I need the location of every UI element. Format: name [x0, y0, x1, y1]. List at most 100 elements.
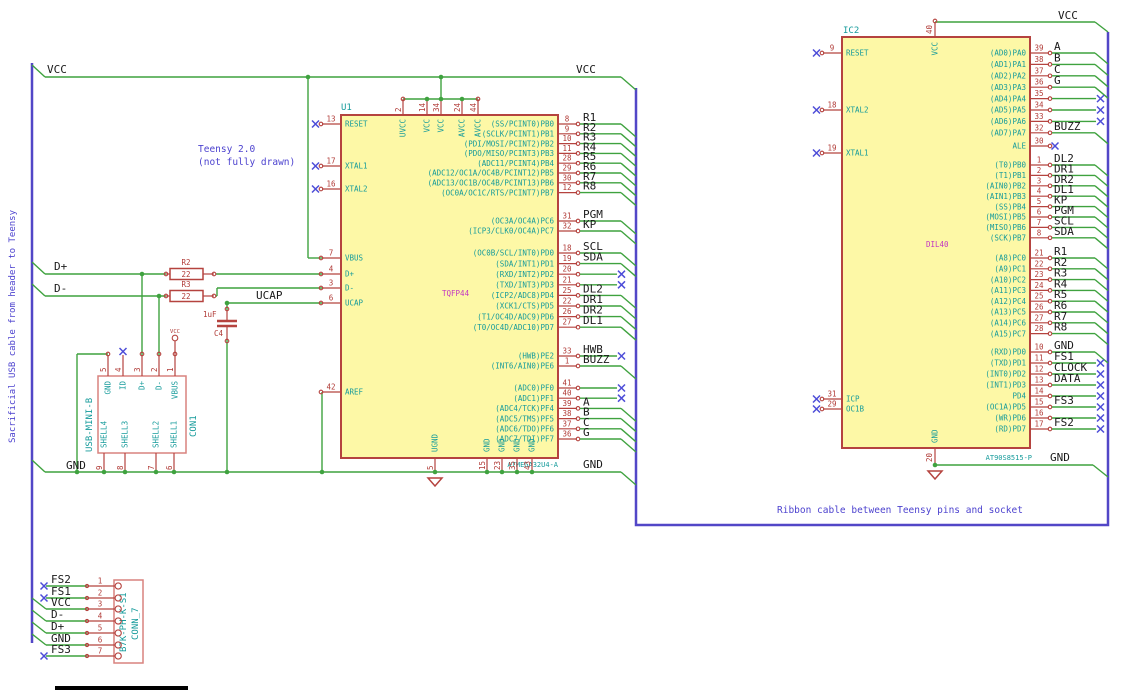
- svg-text:4: 4: [329, 265, 334, 274]
- svg-text:7: 7: [1037, 218, 1042, 227]
- svg-text:32: 32: [1034, 123, 1043, 132]
- svg-text:8: 8: [565, 115, 570, 124]
- svg-text:(ADC4/TCK)PF4: (ADC4/TCK)PF4: [495, 404, 554, 413]
- svg-text:RESET: RESET: [345, 120, 368, 129]
- pin-end: [575, 416, 581, 421]
- svg-text:(ADC13/OC1B/OC4B/PCINT13)PB6: (ADC13/OC1B/OC4B/PCINT13)PB6: [428, 179, 555, 188]
- svg-text:VBUS: VBUS: [345, 254, 364, 263]
- net-label-DL1: DL1: [583, 314, 603, 327]
- svg-text:(A13)PC5: (A13)PC5: [990, 308, 1026, 317]
- pin-end: [575, 385, 581, 391]
- ic2-at90s8515[interactable]: IC2DIL40AT90S8515-P40VCC20GND9RESET18XTA…: [812, 18, 1109, 481]
- pin-end: [575, 261, 581, 266]
- svg-text:(SDA/INT1)PD1: (SDA/INT1)PD1: [495, 259, 554, 268]
- svg-text:42: 42: [326, 383, 335, 392]
- pin-end: [1047, 266, 1053, 272]
- svg-text:40: 40: [925, 24, 934, 34]
- pin-end: [575, 141, 581, 146]
- svg-text:(TXD)PD1: (TXD)PD1: [990, 359, 1026, 368]
- ic2-ref: IC2: [843, 26, 859, 36]
- svg-text:27: 27: [1034, 313, 1043, 322]
- no-connect-x-icon: [1096, 413, 1105, 423]
- net-label-BUZZ: BUZZ: [583, 353, 610, 366]
- pin-end: [1047, 393, 1053, 399]
- con1-pin-5: 5 GND: [99, 351, 113, 395]
- svg-text:3: 3: [133, 367, 142, 372]
- svg-text:(INT0)PD2: (INT0)PD2: [985, 370, 1026, 379]
- pin-end: [932, 18, 938, 24]
- svg-text:(ICP3/CLK0/OC4A)PC7: (ICP3/CLK0/OC4A)PC7: [468, 227, 554, 236]
- pin-end: [1047, 84, 1053, 90]
- resistor-r2[interactable]: R222: [163, 258, 217, 281]
- resistor-r3[interactable]: R322: [163, 280, 217, 303]
- svg-text:(AD4)PA4: (AD4)PA4: [990, 94, 1027, 103]
- svg-text:D-: D-: [155, 381, 164, 390]
- net-label-FS3: FS3: [51, 643, 71, 656]
- svg-text:34: 34: [1034, 101, 1044, 110]
- svg-text:SHELL2: SHELL2: [152, 421, 161, 448]
- svg-text:UGND: UGND: [431, 433, 440, 452]
- no-connect-x-icon: [1050, 141, 1060, 151]
- pin-end: [1047, 183, 1053, 189]
- con1-pin-7: 7 SHELL2: [147, 421, 161, 472]
- no-connect-x-icon: [617, 280, 626, 289]
- pin-end: [318, 121, 324, 127]
- svg-text:39: 39: [562, 399, 571, 408]
- capacitor-c4[interactable]: 1uF C4: [203, 306, 237, 344]
- svg-text:(AD6)PA6: (AD6)PA6: [990, 117, 1027, 126]
- con1-pin-9: 9 SHELL4: [95, 420, 109, 472]
- net-label-gnd-ic2: GND: [1050, 451, 1070, 464]
- svg-text:AREF: AREF: [345, 388, 364, 397]
- svg-text:(T1)PB1: (T1)PB1: [994, 171, 1026, 180]
- note-ribbon-cable: Ribbon cable between Teensy pins and soc…: [777, 505, 1023, 516]
- junction-dot: [224, 469, 230, 475]
- pin-end: [575, 180, 581, 186]
- svg-text:(OC3A/OC4A)PC6: (OC3A/OC4A)PC6: [491, 217, 555, 226]
- pin-end: [1047, 277, 1053, 282]
- pin-end: [1047, 73, 1053, 79]
- svg-text:GND: GND: [483, 438, 492, 452]
- svg-text:(A12)PC4: (A12)PC4: [990, 297, 1027, 306]
- svg-text:D+: D+: [138, 381, 147, 391]
- pin-end: [1047, 309, 1053, 315]
- svg-text:24: 24: [453, 102, 462, 112]
- svg-text:(OC1A)PD5: (OC1A)PD5: [985, 403, 1026, 412]
- pin-end: [575, 170, 581, 176]
- svg-text:15: 15: [478, 461, 487, 470]
- svg-text:17: 17: [326, 157, 335, 166]
- ic2-part: AT90S8515-P: [986, 454, 1032, 462]
- svg-text:(RXD)PD0: (RXD)PD0: [990, 348, 1027, 357]
- net-label-vcc-right: VCC: [576, 63, 596, 76]
- con1-pin-2: 2 D-: [150, 351, 164, 390]
- svg-text:15: 15: [1034, 398, 1043, 407]
- pin-end: [575, 131, 581, 137]
- svg-text:(SCK)PB7: (SCK)PB7: [990, 234, 1026, 243]
- pin-end: [1047, 173, 1053, 178]
- pin-end: [575, 395, 581, 401]
- svg-text:(AD1)PA1: (AD1)PA1: [990, 60, 1026, 69]
- svg-text:(AD2)PA2: (AD2)PA2: [990, 72, 1026, 81]
- no-connect-x-icon: [311, 119, 320, 129]
- svg-text:(ADC0)PF0: (ADC0)PF0: [513, 384, 554, 393]
- svg-text:(INT6/AIN0)PE6: (INT6/AIN0)PE6: [491, 362, 555, 371]
- conn7-header[interactable]: B7K-PH-K-S1 CONN_71FS22FS13VCC4D-5D+6GND7…: [31, 573, 144, 664]
- pin-end: [1047, 288, 1053, 293]
- pin-end: [1047, 96, 1053, 101]
- svg-text:3: 3: [98, 600, 103, 609]
- pin-end: [575, 353, 581, 359]
- conn7-pin-5: 5D+: [31, 620, 122, 637]
- svg-text:27: 27: [562, 318, 571, 327]
- svg-text:12: 12: [1034, 365, 1043, 374]
- no-connect-x-icon: [812, 105, 821, 115]
- con1-pin-6: 6 SHELL1: [165, 421, 179, 472]
- junction-dot: [438, 74, 444, 80]
- svg-text:37: 37: [562, 419, 571, 428]
- net-label-G: G: [583, 426, 590, 439]
- svg-text:23: 23: [493, 461, 502, 470]
- svg-text:30: 30: [1034, 137, 1044, 146]
- svg-text:5: 5: [1037, 197, 1042, 206]
- svg-text:18: 18: [827, 101, 837, 110]
- svg-text:ALE: ALE: [1012, 142, 1026, 151]
- svg-text:31: 31: [827, 390, 836, 399]
- u1-atmega32u4[interactable]: U1TQFP44ATMEGA32U4-A13RESET17XTAL116XTAL…: [311, 96, 637, 488]
